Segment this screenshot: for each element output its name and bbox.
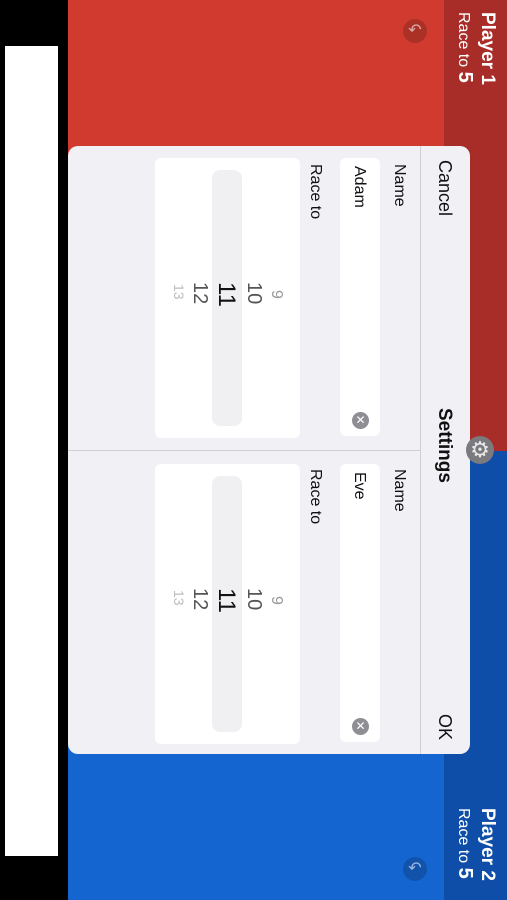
player2-race: Race to 5 bbox=[454, 808, 476, 879]
p1-picker-option[interactable]: 9 bbox=[267, 290, 285, 299]
p1-picker-selected[interactable]: 11 bbox=[212, 282, 240, 307]
p2-name-field[interactable]: Eve ✕ bbox=[340, 464, 380, 742]
dialog-header-divider bbox=[420, 146, 421, 754]
p1-name-label: Name bbox=[391, 164, 408, 207]
p2-picker-selected[interactable]: 11 bbox=[212, 588, 240, 613]
player1-race: Race to 5 bbox=[454, 12, 476, 83]
clear-icon[interactable]: ✕ bbox=[352, 718, 369, 735]
p2-picker-option[interactable]: 10 bbox=[242, 588, 265, 610]
p2-name-label: Name bbox=[391, 469, 408, 512]
white-strip bbox=[5, 46, 58, 856]
cancel-button[interactable]: Cancel bbox=[434, 160, 455, 216]
gear-icon[interactable]: ⚙ bbox=[466, 436, 494, 464]
p1-name-field[interactable]: Adam ✕ bbox=[340, 158, 380, 436]
p2-picker-option[interactable]: 12 bbox=[188, 588, 211, 610]
p1-race-picker[interactable]: 9 10 11 12 13 bbox=[155, 158, 300, 438]
ok-button[interactable]: OK bbox=[434, 714, 455, 740]
player1-name: Player 1 bbox=[477, 12, 498, 85]
p1-name-value: Adam bbox=[351, 166, 368, 208]
p2-name-value: Eve bbox=[351, 472, 368, 500]
dialog-middle-divider bbox=[68, 450, 420, 451]
settings-title: Settings bbox=[434, 408, 455, 483]
clear-icon[interactable]: ✕ bbox=[352, 412, 369, 429]
player2-label-group: Player 2 Race to 5 bbox=[453, 808, 498, 881]
p2-picker-option[interactable]: 9 bbox=[267, 596, 285, 605]
p2-race-label: Race to bbox=[307, 469, 324, 525]
player1-label-group: Player 1 Race to 5 bbox=[453, 12, 498, 85]
p2-race-picker[interactable]: 9 10 11 12 13 bbox=[155, 464, 300, 744]
settings-dialog: Cancel Settings OK Name Adam ✕ Race to 9… bbox=[68, 146, 470, 754]
player2-name: Player 2 bbox=[477, 808, 498, 881]
undo-icon[interactable]: ↶ bbox=[403, 19, 427, 43]
p2-picker-option[interactable]: 13 bbox=[171, 590, 187, 606]
p1-picker-option[interactable]: 10 bbox=[242, 282, 265, 304]
p1-race-label: Race to bbox=[307, 164, 324, 220]
undo-icon[interactable]: ↶ bbox=[403, 857, 427, 881]
p1-picker-option[interactable]: 13 bbox=[171, 284, 187, 300]
p1-picker-option[interactable]: 12 bbox=[188, 282, 211, 304]
